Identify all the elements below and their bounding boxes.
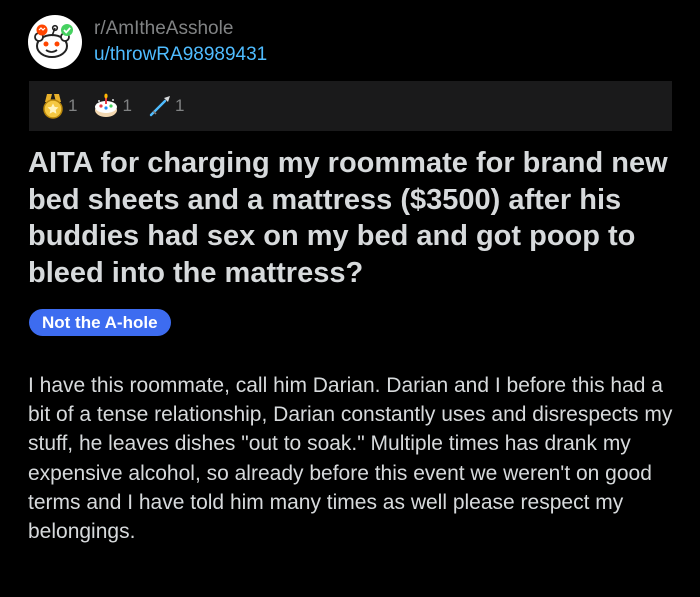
post-flair[interactable]: Not the A-hole [29,309,171,336]
award-count: 1 [68,96,78,115]
post-header: r/AmItheAsshole u/throwRA98989431 [28,14,267,70]
header-text: r/AmItheAsshole u/throwRA98989431 [94,17,267,67]
award-cake[interactable]: 1 [93,93,132,119]
snoo-icon [34,24,73,58]
post-body: I have this roommate, call him Darian. D… [28,374,673,544]
awards-bar[interactable]: 1 1 1 [29,81,672,131]
cake-award-icon [95,93,118,117]
author-username[interactable]: u/throwRA98989431 [94,43,267,67]
award-count: 1 [174,96,185,115]
gold-medal-icon [43,94,63,119]
spear-award-icon [149,96,170,117]
award-spear[interactable]: 1 [148,94,184,118]
award-count: 1 [122,96,132,115]
post-title[interactable]: AITA for charging my roommate for brand … [28,145,678,291]
award-gold[interactable]: 1 [41,93,77,119]
subreddit-avatar[interactable] [28,15,82,69]
subreddit-name[interactable]: r/AmItheAsshole [94,17,267,41]
